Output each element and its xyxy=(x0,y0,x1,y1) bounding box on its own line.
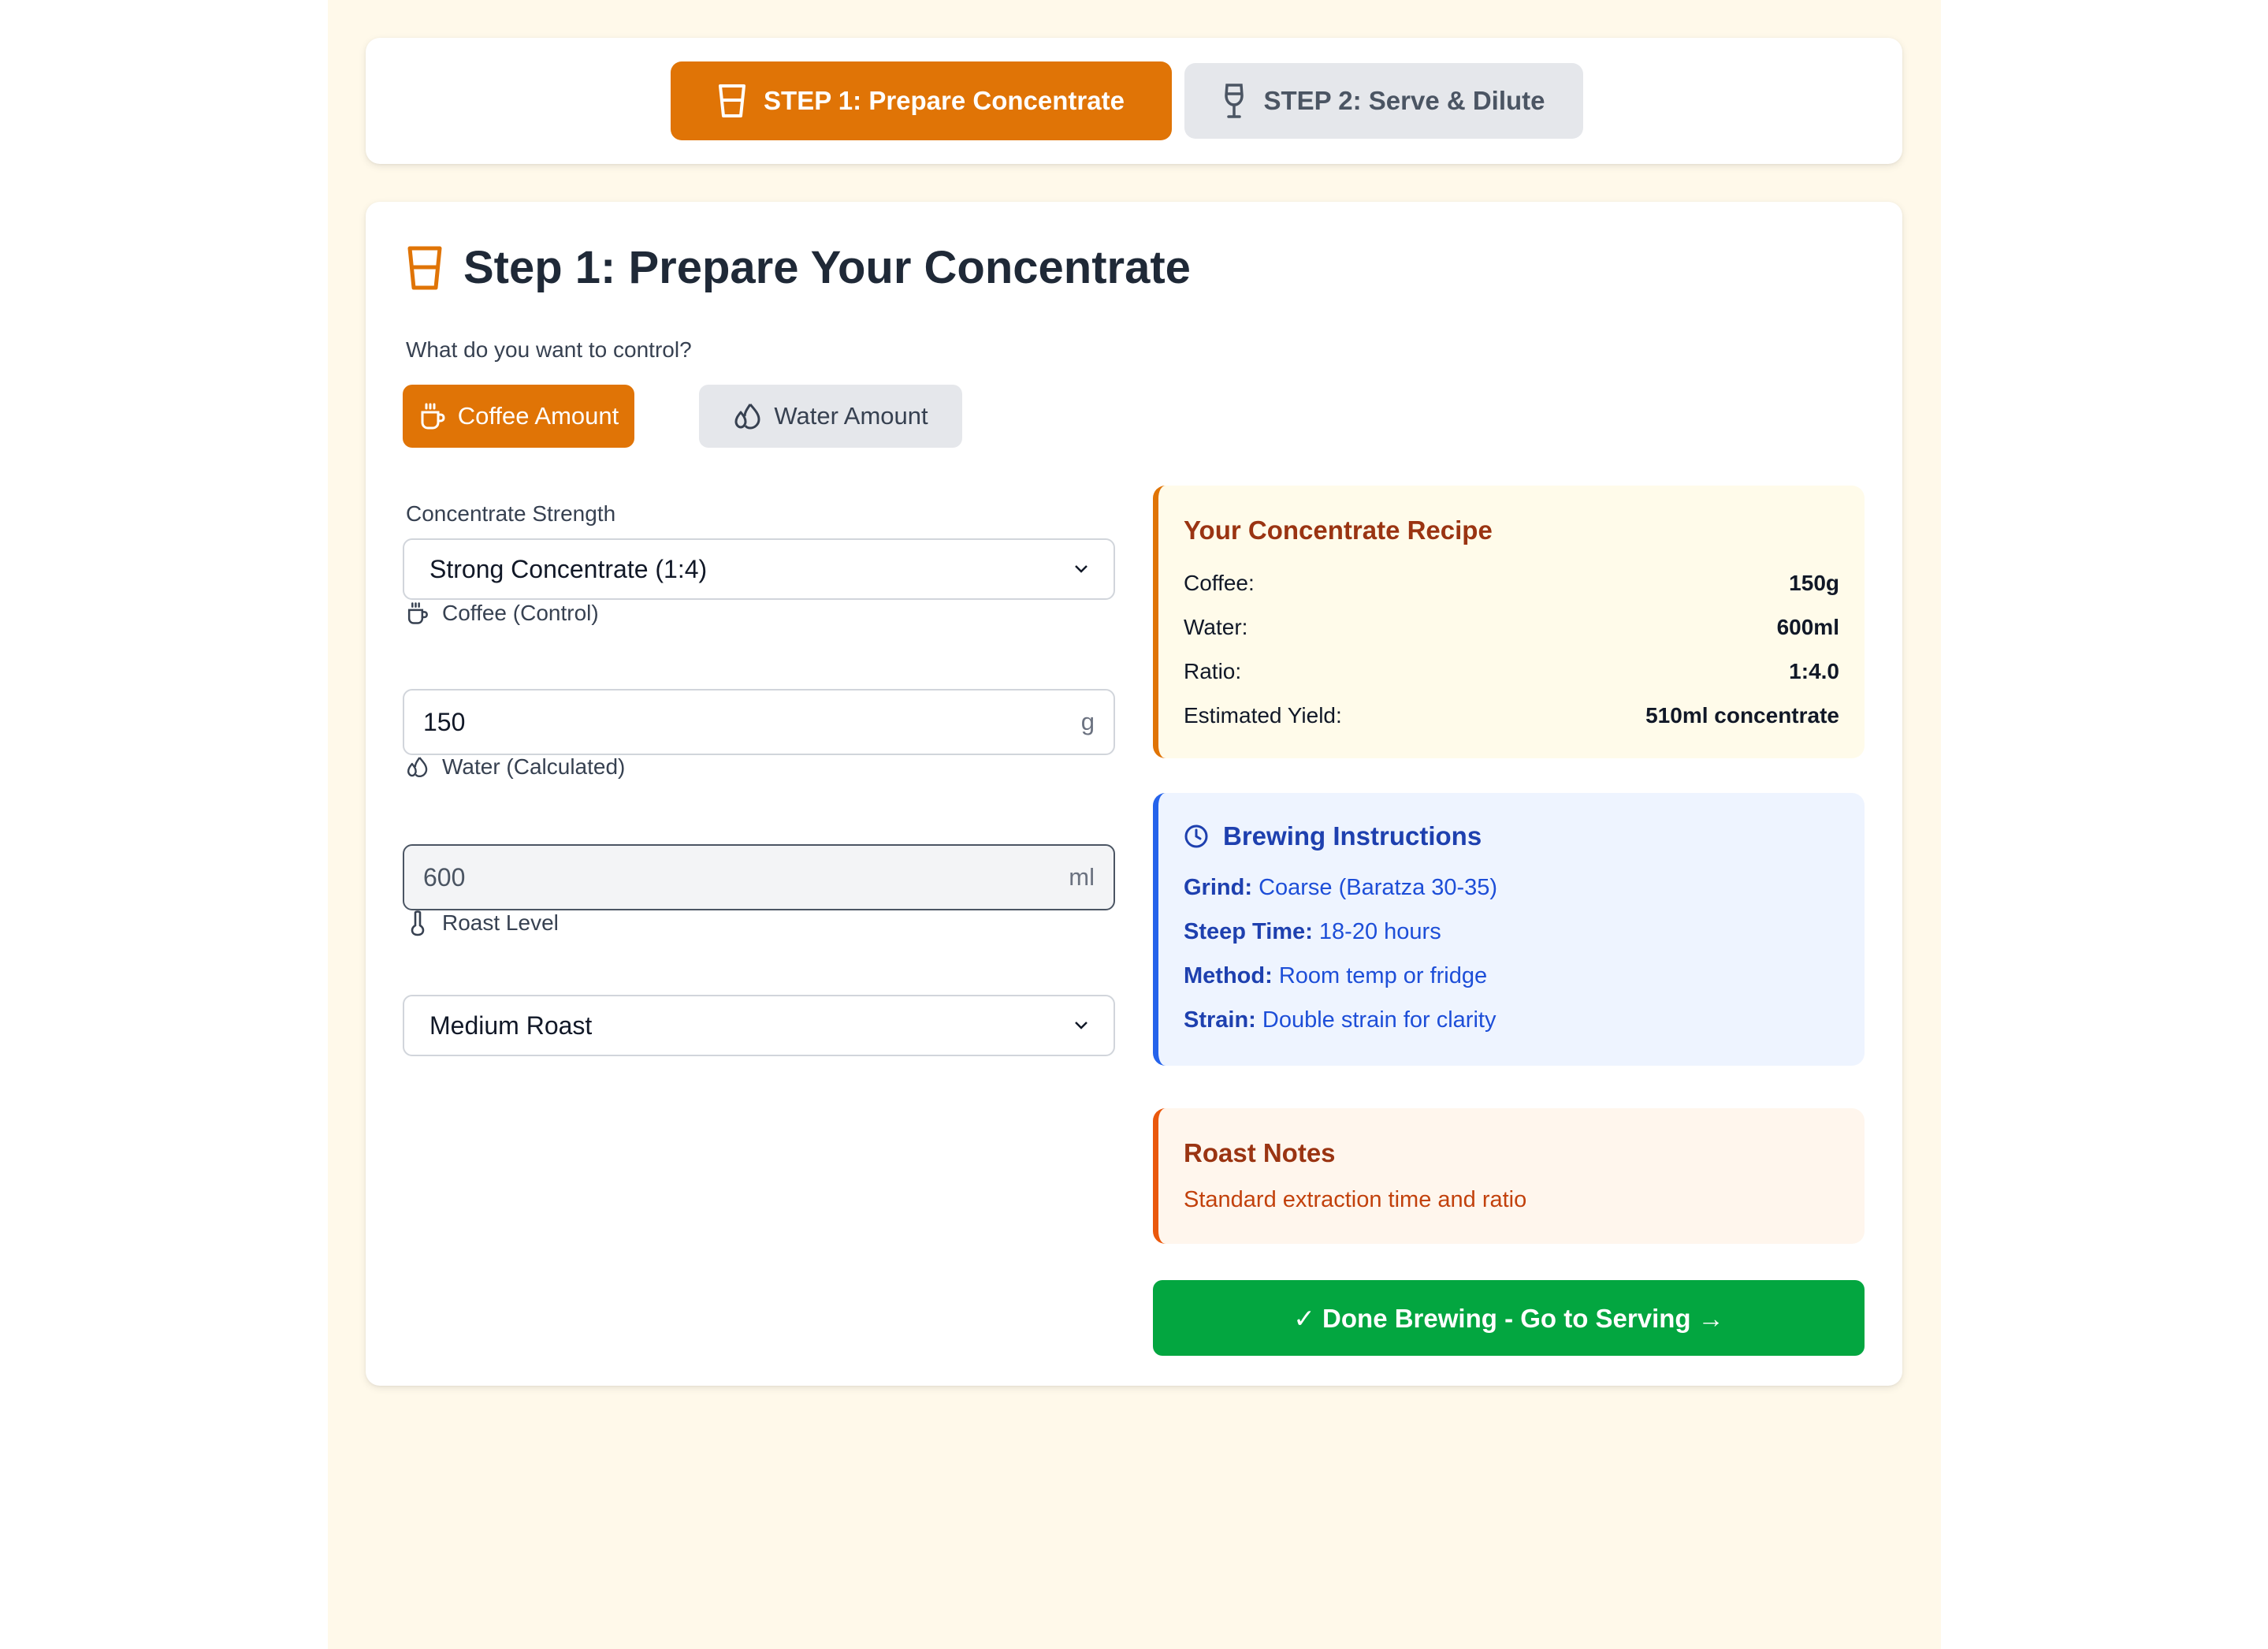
recipe-value: 1:4.0 xyxy=(1789,659,1839,683)
water-unit: ml xyxy=(1069,863,1095,891)
roast-notes-text: Standard extraction time and ratio xyxy=(1184,1187,1527,1212)
recipe-row: Water: 600ml xyxy=(1184,615,1839,640)
step-navigation: STEP 1: Prepare Concentrate STEP 2: Serv… xyxy=(366,38,1902,164)
brewing-value: 18-20 hours xyxy=(1318,919,1441,944)
brewing-title-row: Brewing Instructions xyxy=(1184,821,1482,851)
brewing-value: Room temp or fridge xyxy=(1278,963,1488,988)
strength-value: Strong Concentrate (1:4) xyxy=(429,554,708,583)
recipe-key: Coffee: xyxy=(1184,571,1255,595)
brewing-key: Method: xyxy=(1184,963,1273,988)
recipe-row: Coffee: 150g xyxy=(1184,571,1839,596)
brewing-title: Brewing Instructions xyxy=(1223,821,1482,851)
recipe-row: Estimated Yield: 510ml concentrate xyxy=(1184,703,1839,728)
done-brewing-button[interactable]: ✓ Done Brewing - Go to Serving → xyxy=(1153,1280,1865,1356)
brewing-panel: Brewing Instructions Grind: Coarse (Bara… xyxy=(1153,793,1865,1066)
coffee-amount-label: Coffee Amount xyxy=(457,402,619,430)
coffee-field-label: Coffee (Control) xyxy=(406,601,599,626)
glass-icon xyxy=(719,84,746,117)
roast-field-label: Roast Level xyxy=(406,910,559,936)
brewing-value: Double strain for clarity xyxy=(1262,1007,1497,1033)
strength-select[interactable]: Strong Concentrate (1:4) xyxy=(403,538,1115,600)
roast-field-label-text: Roast Level xyxy=(442,910,559,935)
coffee-input-value: 150 xyxy=(423,707,466,736)
step2-label: STEP 2: Serve & Dilute xyxy=(1263,86,1545,115)
brewing-item: Method: Room temp or fridge xyxy=(1184,963,1487,989)
brewing-key: Grind: xyxy=(1184,875,1252,900)
title-row: Step 1: Prepare Your Concentrate xyxy=(407,241,1191,294)
chevron-down-icon xyxy=(1075,565,1088,573)
recipe-key: Ratio: xyxy=(1184,659,1242,683)
water-output-value: 600 xyxy=(423,862,466,892)
brewing-value: Coarse (Baratza 30-35) xyxy=(1259,875,1498,900)
roast-notes-title: Roast Notes xyxy=(1184,1138,1336,1167)
control-question: What do you want to control? xyxy=(406,337,692,362)
water-field-label-text: Water (Calculated) xyxy=(442,754,626,779)
water-field-label: Water (Calculated) xyxy=(406,754,625,780)
recipe-title: Your Concentrate Recipe xyxy=(1184,516,1493,545)
brewing-item: Strain: Double strain for clarity xyxy=(1184,1007,1496,1033)
water-amount-toggle[interactable]: Water Amount xyxy=(699,385,962,448)
brewing-item: Grind: Coarse (Baratza 30-35) xyxy=(1184,875,1497,901)
recipe-value: 600ml xyxy=(1776,615,1839,639)
droplets-icon xyxy=(407,757,428,778)
concentrate-card: Step 1: Prepare Your Concentrate What do… xyxy=(366,202,1902,1386)
roast-select[interactable]: Medium Roast xyxy=(403,995,1115,1056)
droplets-icon xyxy=(734,404,760,430)
step1-label: STEP 1: Prepare Concentrate xyxy=(764,86,1125,115)
roast-notes-panel: Roast Notes Standard extraction time and… xyxy=(1153,1108,1865,1244)
recipe-panel: Your Concentrate Recipe Coffee: 150g Wat… xyxy=(1153,486,1865,758)
brewing-key: Strain: xyxy=(1184,1007,1256,1033)
step1-tab[interactable]: STEP 1: Prepare Concentrate xyxy=(671,61,1172,140)
step2-tab[interactable]: STEP 2: Serve & Dilute xyxy=(1184,63,1583,139)
water-amount-label: Water Amount xyxy=(774,402,928,430)
page-title: Step 1: Prepare Your Concentrate xyxy=(463,242,1191,293)
wine-glass-icon xyxy=(1225,84,1244,118)
water-output: 600 ml xyxy=(403,844,1115,910)
clock-icon xyxy=(1184,824,1208,848)
recipe-key: Water: xyxy=(1184,615,1248,639)
recipe-value: 510ml concentrate xyxy=(1645,703,1839,728)
recipe-key: Estimated Yield: xyxy=(1184,703,1342,728)
coffee-amount-toggle[interactable]: Coffee Amount xyxy=(403,385,634,448)
recipe-value: 150g xyxy=(1789,571,1839,595)
coffee-cup-icon xyxy=(421,403,445,430)
strength-label: Concentrate Strength xyxy=(406,501,616,526)
coffee-cup-icon xyxy=(407,602,428,624)
coffee-field-label-text: Coffee (Control) xyxy=(442,601,599,625)
roast-value: Medium Roast xyxy=(429,1011,593,1040)
glass-icon xyxy=(407,246,442,289)
brewing-item: Steep Time: 18-20 hours xyxy=(1184,919,1441,945)
coffee-input[interactable]: 150 g xyxy=(403,689,1115,755)
coffee-unit: g xyxy=(1080,708,1095,735)
brewing-key: Steep Time: xyxy=(1184,919,1313,944)
chevron-down-icon xyxy=(1075,1022,1088,1029)
recipe-row: Ratio: 1:4.0 xyxy=(1184,659,1839,684)
thermometer-icon xyxy=(411,910,425,936)
